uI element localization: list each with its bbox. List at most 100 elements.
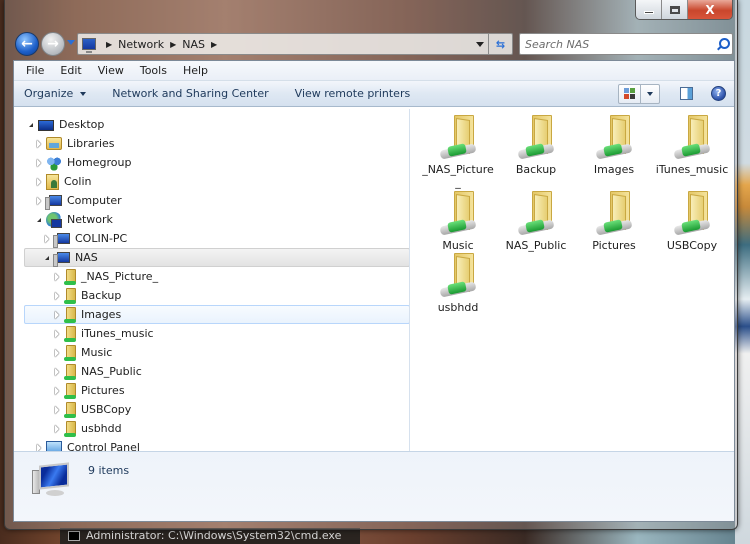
shared-folder-tile[interactable]: Pictures xyxy=(577,189,651,252)
folder-label: usbhdd xyxy=(437,301,479,314)
tree-item[interactable]: _NAS_Picture_ xyxy=(52,267,158,286)
shared-folder-tile[interactable]: iTunes_music xyxy=(655,113,729,176)
collapse-arrow-icon[interactable] xyxy=(52,406,62,414)
organize-button[interactable]: Organize xyxy=(24,87,87,100)
collapse-arrow-icon[interactable] xyxy=(52,292,62,300)
control-panel-icon xyxy=(46,441,62,451)
tree-item[interactable]: NAS_Public xyxy=(52,362,142,381)
network-sharing-center-button[interactable]: Network and Sharing Center xyxy=(112,87,268,100)
breadcrumb-separator-icon[interactable]: ▶ xyxy=(106,40,112,49)
collapse-arrow-icon[interactable] xyxy=(52,349,62,357)
tree-item[interactable]: Backup xyxy=(52,286,121,305)
shared-folder-tile[interactable]: Music xyxy=(421,189,495,252)
network-device-icon xyxy=(32,462,72,498)
tree-item[interactable]: Computer xyxy=(34,191,122,210)
address-history-dropdown[interactable] xyxy=(476,42,484,47)
search-box[interactable]: Search NAS xyxy=(519,33,733,55)
tree-item[interactable]: Network xyxy=(34,210,113,229)
shared-folder-icon xyxy=(434,113,482,161)
shared-folder-icon xyxy=(512,189,560,237)
tree-item[interactable]: COLIN-PC xyxy=(42,229,127,248)
close-icon: X xyxy=(705,2,715,17)
libraries-icon xyxy=(46,137,62,150)
tree-item[interactable]: NAS xyxy=(24,248,409,267)
collapse-arrow-icon[interactable] xyxy=(52,387,62,395)
collapse-arrow-icon[interactable] xyxy=(34,140,44,148)
shared-folder-tile[interactable]: Backup xyxy=(499,113,573,176)
background-cmd-window[interactable]: Administrator: C:\Windows\System32\cmd.e… xyxy=(60,528,360,544)
back-arrow-icon: ← xyxy=(21,36,33,52)
address-bar[interactable]: ▶ Network ▶ NAS ▶ ⇆ xyxy=(77,33,513,55)
breadcrumb-network[interactable]: Network xyxy=(118,38,164,51)
folder-label: USBCopy xyxy=(666,239,718,252)
shared-folder-icon xyxy=(668,113,716,161)
tree-item-label: iTunes_music xyxy=(81,327,154,340)
menu-file[interactable]: File xyxy=(18,64,52,77)
collapse-arrow-icon[interactable] xyxy=(34,159,44,167)
menu-tools[interactable]: Tools xyxy=(132,64,175,77)
close-button[interactable]: X xyxy=(688,0,732,19)
tree-item-label: Control Panel xyxy=(67,441,140,451)
tree-item[interactable]: iTunes_music xyxy=(52,324,154,343)
refresh-button[interactable]: ⇆ xyxy=(488,33,512,55)
breadcrumb-nas[interactable]: NAS xyxy=(182,38,205,51)
shared-folder-tile[interactable]: _NAS_Picture_ xyxy=(421,113,495,189)
tree-item[interactable]: Libraries xyxy=(34,134,115,153)
title-bar[interactable]: X xyxy=(5,0,737,30)
recent-pages-dropdown[interactable] xyxy=(67,40,75,45)
collapse-arrow-icon[interactable] xyxy=(34,178,44,186)
collapse-arrow-icon[interactable] xyxy=(34,444,44,452)
back-button[interactable]: ← xyxy=(15,32,39,56)
expand-arrow-icon[interactable] xyxy=(26,123,36,127)
expand-arrow-icon[interactable] xyxy=(34,218,44,222)
tree-item-label: _NAS_Picture_ xyxy=(81,270,159,283)
folder-label: iTunes_music xyxy=(655,163,729,176)
collapse-arrow-icon[interactable] xyxy=(52,311,62,319)
shared-folder-tile[interactable]: usbhdd xyxy=(421,251,495,314)
menu-view[interactable]: View xyxy=(90,64,132,77)
search-input[interactable]: Search NAS xyxy=(525,38,714,51)
breadcrumb-separator-icon[interactable]: ▶ xyxy=(170,40,176,49)
tree-item[interactable]: Colin xyxy=(34,172,92,191)
item-count: 9 items xyxy=(88,464,130,477)
shared-folder-tile[interactable]: USBCopy xyxy=(655,189,729,252)
shared-folder-icon xyxy=(64,306,76,323)
search-icon[interactable] xyxy=(714,35,732,53)
collapse-arrow-icon[interactable] xyxy=(34,197,44,205)
tree-item[interactable]: Desktop xyxy=(26,115,104,134)
tree-item[interactable]: Pictures xyxy=(52,381,125,400)
maximize-button[interactable] xyxy=(662,0,688,19)
expand-arrow-icon[interactable] xyxy=(42,256,52,260)
tree-item-label: Images xyxy=(81,308,122,321)
collapse-arrow-icon[interactable] xyxy=(52,425,62,433)
view-remote-printers-button[interactable]: View remote printers xyxy=(295,87,411,100)
computer-icon xyxy=(45,195,62,210)
collapse-arrow-icon[interactable] xyxy=(52,368,62,376)
shared-folder-tile[interactable]: Images xyxy=(577,113,651,176)
collapse-arrow-icon[interactable] xyxy=(42,235,52,243)
desktop-icon xyxy=(38,120,54,131)
tree-item-label: NAS_Public xyxy=(81,365,142,378)
views-dropdown-icon[interactable] xyxy=(641,85,659,103)
tree-item[interactable]: Music xyxy=(52,343,112,362)
tree-item[interactable]: Control Panel xyxy=(34,438,140,451)
menu-help[interactable]: Help xyxy=(175,64,216,77)
collapse-arrow-icon[interactable] xyxy=(52,330,62,338)
tree-item-label: COLIN-PC xyxy=(75,232,128,245)
tree-item[interactable]: Homegroup xyxy=(34,153,131,172)
change-view-button[interactable] xyxy=(618,84,660,104)
breadcrumb-separator-icon[interactable]: ▶ xyxy=(211,40,217,49)
minimize-button[interactable] xyxy=(636,0,662,19)
views-icon[interactable] xyxy=(619,85,641,103)
forward-button[interactable]: → xyxy=(41,32,65,56)
menu-edit[interactable]: Edit xyxy=(52,64,89,77)
tree-item[interactable]: USBCopy xyxy=(52,400,131,419)
preview-pane-icon[interactable] xyxy=(680,87,693,100)
tree-item[interactable]: Images xyxy=(24,305,409,324)
tree-item[interactable]: usbhdd xyxy=(52,419,122,438)
refresh-icon: ⇆ xyxy=(495,37,506,51)
shared-folder-tile[interactable]: NAS_Public xyxy=(499,189,573,252)
shared-folder-icon xyxy=(64,325,76,342)
help-icon[interactable]: ? xyxy=(711,86,726,101)
collapse-arrow-icon[interactable] xyxy=(52,273,62,281)
